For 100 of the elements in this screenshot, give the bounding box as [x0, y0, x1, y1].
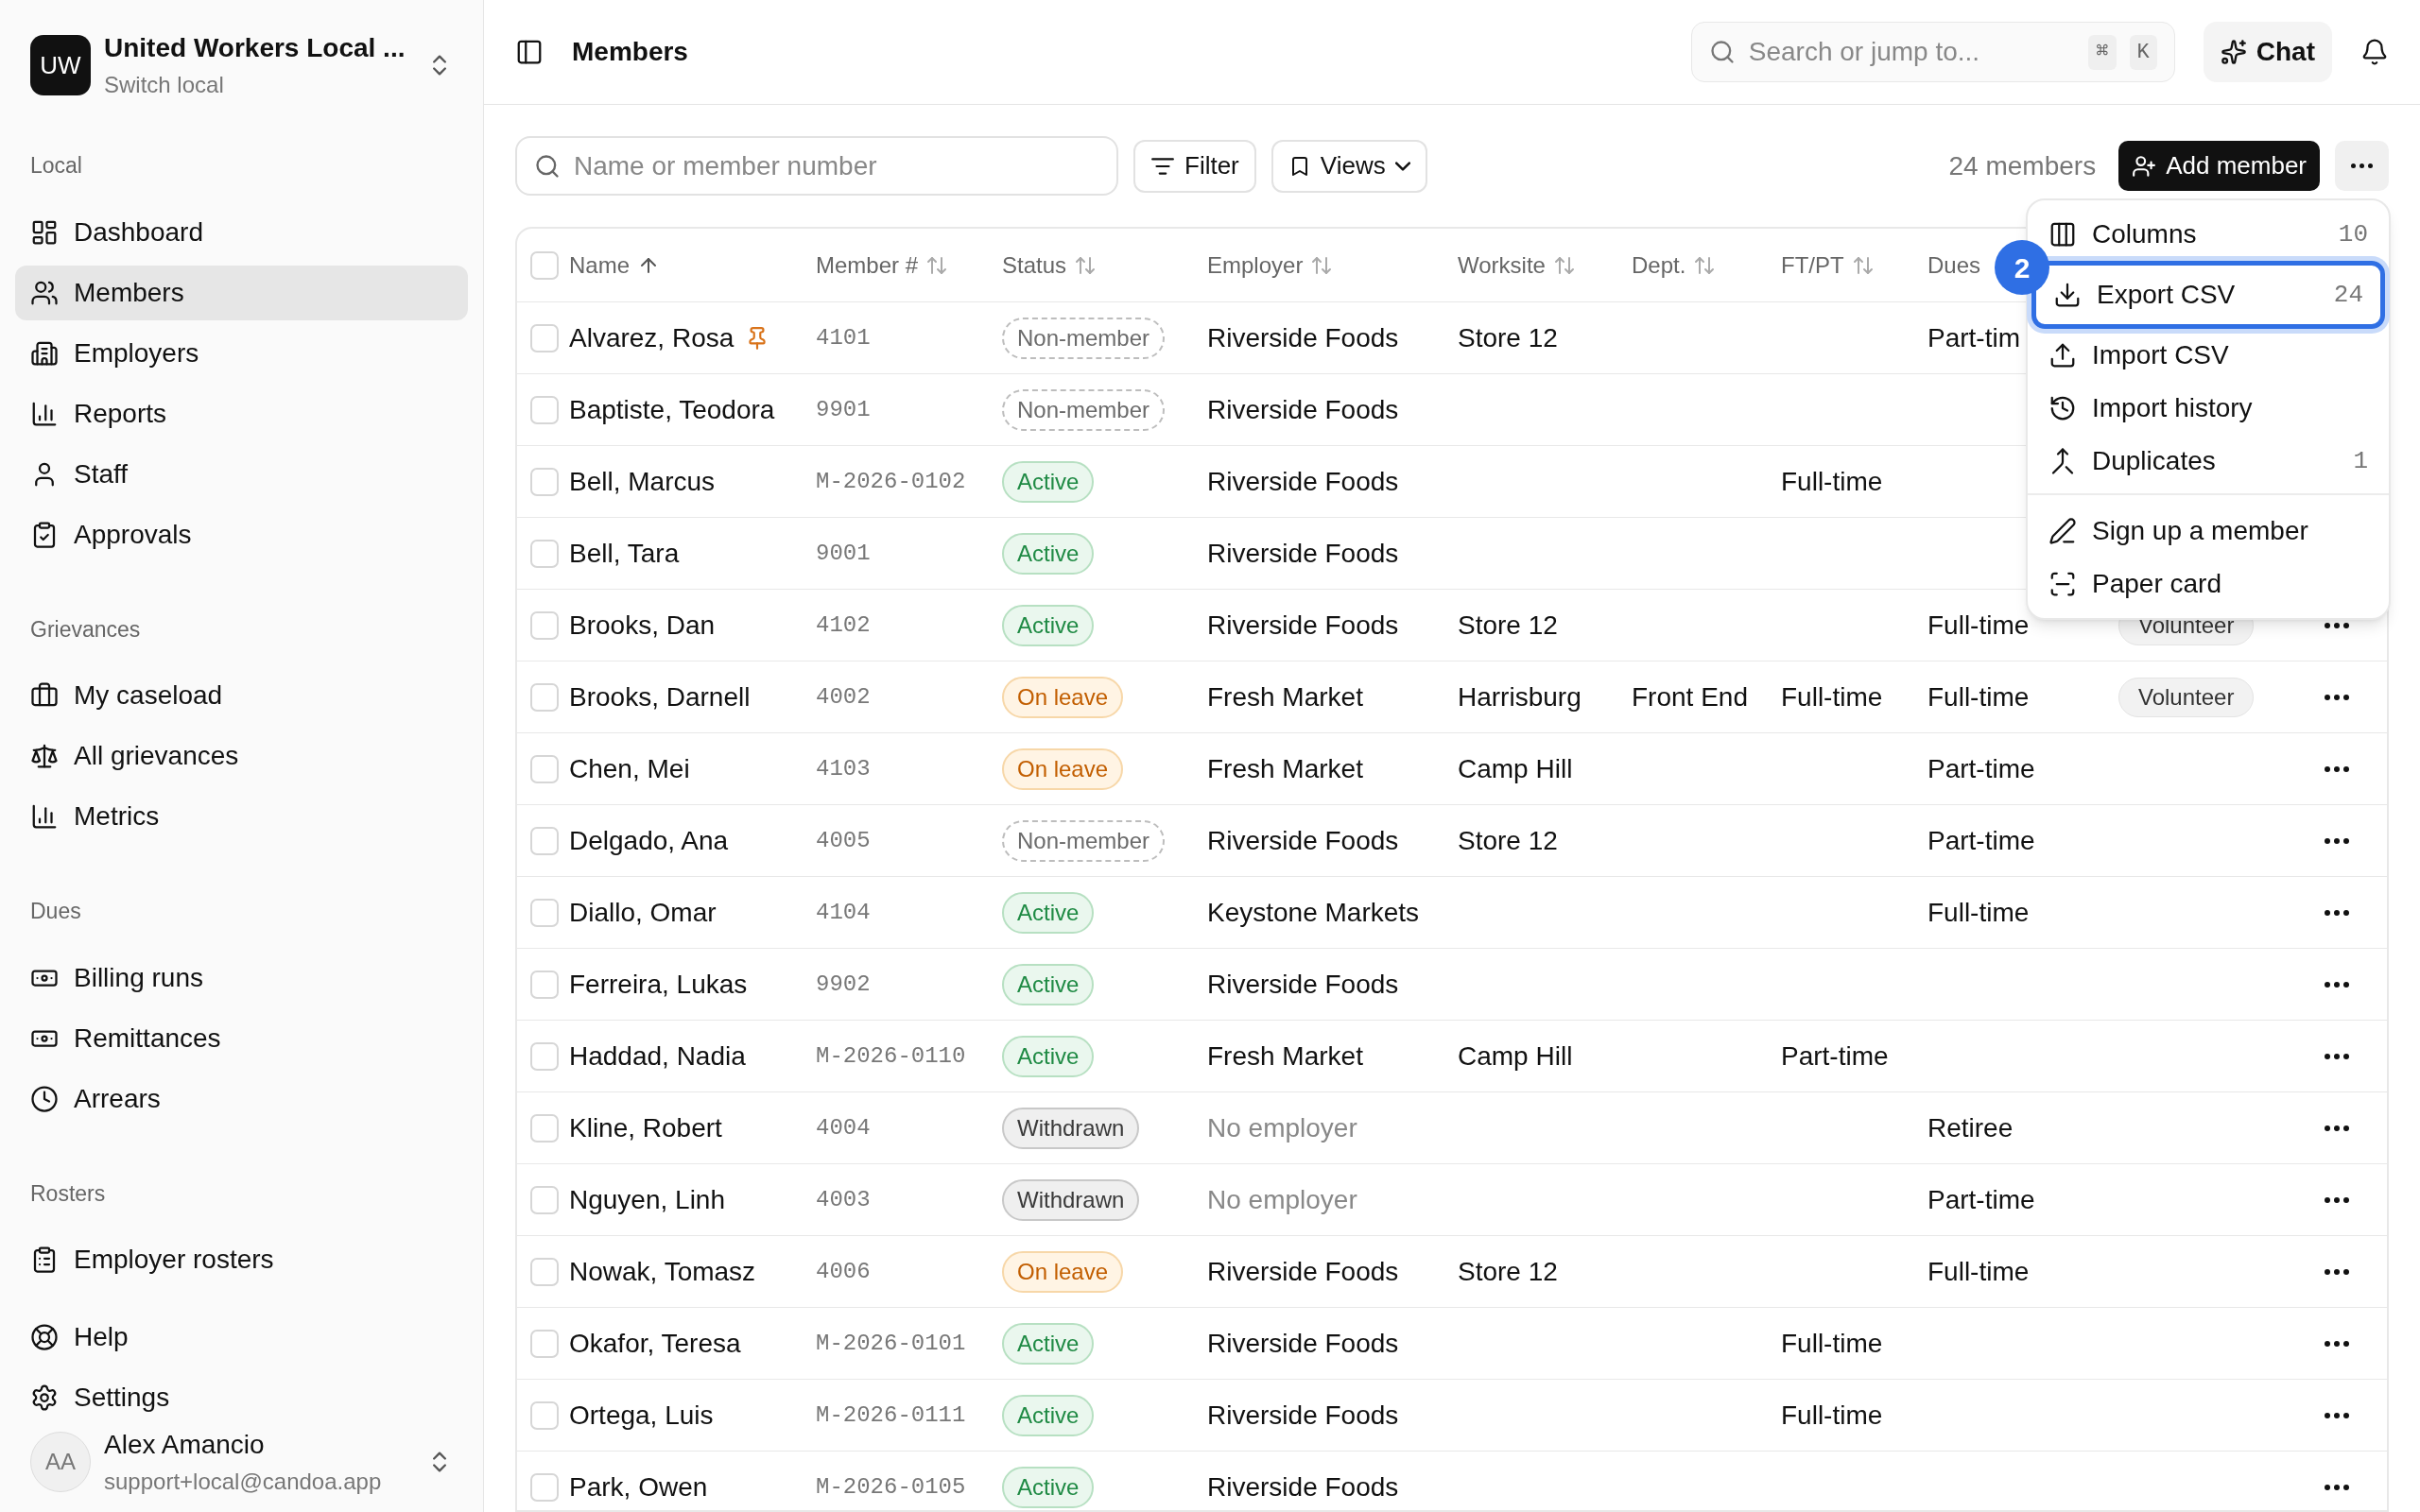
add-member-button[interactable]: Add member — [2118, 141, 2320, 191]
checkbox[interactable] — [530, 323, 559, 352]
row-actions-icon[interactable] — [2324, 694, 2349, 700]
sidebar-item[interactable]: All grievances — [15, 729, 468, 783]
pen-icon — [2048, 517, 2077, 545]
search-input[interactable]: Name or member number — [574, 146, 1099, 186]
member-name[interactable]: Delgado, Ana — [569, 820, 729, 861]
member-name[interactable]: Haddad, Nadia — [569, 1036, 746, 1076]
checkbox[interactable] — [530, 610, 559, 640]
checkbox[interactable] — [530, 1472, 559, 1502]
row-actions-icon[interactable] — [2324, 909, 2349, 916]
sidebar-item[interactable]: Staff — [15, 446, 468, 502]
row-actions-icon[interactable] — [2324, 1125, 2349, 1131]
checkbox[interactable] — [530, 250, 559, 280]
column-header[interactable]: Dept. — [1632, 248, 1686, 283]
member-name[interactable]: Brooks, Darnell — [569, 677, 751, 717]
row-actions-icon[interactable] — [2324, 1412, 2349, 1418]
sidebar-item[interactable]: Approvals — [15, 507, 468, 562]
table-row[interactable]: Delgado, Ana 4005 Non-member Riverside Foods Store 12 Part-time — [517, 805, 2387, 877]
column-header[interactable]: Worksite — [1458, 248, 1546, 283]
member-name[interactable]: Alvarez, Rosa — [569, 318, 735, 358]
search-icon — [534, 152, 561, 180]
row-actions-icon[interactable] — [2324, 837, 2349, 844]
sidebar-item[interactable]: Dashboard — [15, 204, 468, 260]
member-name[interactable]: Diallo, Omar — [569, 892, 717, 933]
row-actions-icon[interactable] — [2324, 765, 2349, 772]
sidebar-item[interactable]: Members — [15, 265, 468, 320]
checkbox[interactable] — [530, 826, 559, 855]
member-name[interactable]: Baptiste, Teodora — [569, 389, 775, 430]
row-actions-icon[interactable] — [2324, 1340, 2349, 1347]
member-name[interactable]: Brooks, Dan — [569, 605, 716, 645]
member-search-field[interactable]: Name or member number — [515, 136, 1118, 196]
checkbox[interactable] — [530, 1185, 559, 1214]
column-header[interactable]: Name — [569, 248, 631, 283]
status-badge: Active — [1002, 1035, 1095, 1077]
member-name[interactable]: Bell, Tara — [569, 533, 680, 574]
sidebar-toggle-icon[interactable] — [515, 38, 544, 66]
member-name[interactable]: Nowak, Tomasz — [569, 1251, 756, 1292]
checkbox[interactable] — [530, 467, 559, 496]
member-name[interactable]: Nguyen, Linh — [569, 1179, 725, 1220]
member-name[interactable]: Bell, Marcus — [569, 461, 716, 502]
row-actions-icon[interactable] — [2324, 1484, 2349, 1490]
switch-local-link[interactable]: Switch local — [104, 68, 413, 102]
row-actions-icon[interactable] — [2324, 622, 2349, 628]
column-header[interactable]: Status — [1002, 248, 1067, 283]
member-name[interactable]: Chen, Mei — [569, 748, 690, 789]
member-name[interactable]: Ortega, Luis — [569, 1395, 714, 1435]
sidebar-item[interactable]: Reports — [15, 386, 468, 441]
checkbox[interactable] — [530, 970, 559, 999]
checkbox[interactable] — [530, 1041, 559, 1071]
checkbox[interactable] — [530, 682, 559, 712]
checkbox[interactable] — [530, 898, 559, 927]
global-search-field[interactable]: Search or jump to... ⌘ K — [1690, 22, 2175, 82]
checkbox[interactable] — [530, 539, 559, 568]
column-header[interactable]: Employer — [1207, 248, 1304, 283]
column-header[interactable]: FT/PT — [1781, 248, 1844, 283]
table-row[interactable]: Ortega, Luis M-2026-0111 Active Riverside Foods Full-time — [517, 1380, 2387, 1452]
sidebar-item[interactable]: Remittances — [15, 1010, 468, 1066]
table-row[interactable]: Ferreira, Lukas 9902 Active Riverside Foods — [517, 949, 2387, 1021]
checkbox[interactable] — [530, 395, 559, 424]
chat-button[interactable]: Chat — [2203, 22, 2332, 82]
sidebar-item[interactable]: My caseload — [15, 668, 468, 723]
member-name[interactable]: Ferreira, Lukas — [569, 964, 748, 1005]
table-row[interactable]: Okafor, Teresa M-2026-0101 Active Riverside Foods Full-time — [517, 1308, 2387, 1380]
row-actions-icon[interactable] — [2324, 1053, 2349, 1059]
sidebar-item[interactable]: Arrears — [15, 1071, 468, 1126]
menu-item[interactable]: Import history — [2031, 382, 2385, 435]
employment-type-cell-text: Part-time — [1781, 1040, 1889, 1073]
checkbox[interactable] — [530, 1257, 559, 1286]
checkbox[interactable] — [530, 1113, 559, 1143]
table-row[interactable]: Kline, Robert 4004 Withdrawn No employer Retiree — [517, 1092, 2387, 1164]
more-button[interactable] — [2335, 141, 2389, 191]
checkbox[interactable] — [530, 754, 559, 783]
bell-icon[interactable] — [2360, 38, 2389, 66]
row-actions-icon[interactable] — [2324, 981, 2349, 988]
member-name[interactable]: Kline, Robert — [569, 1108, 722, 1148]
table-row[interactable]: Park, Owen M-2026-0105 Active Riverside Foods — [517, 1452, 2387, 1510]
table-row[interactable]: Haddad, Nadia M-2026-0110 Active Fresh Market Camp Hill Part-time — [517, 1021, 2387, 1092]
sidebar-item[interactable]: Help — [15, 1310, 468, 1365]
checkbox[interactable] — [530, 1329, 559, 1358]
filter-button[interactable]: Filter — [1133, 139, 1256, 193]
worksite-cell-text: Harrisburg — [1458, 680, 1582, 713]
table-row[interactable]: Nguyen, Linh 4003 Withdrawn No employer Part-time — [517, 1164, 2387, 1236]
table-row[interactable]: Diallo, Omar 4104 Active Keystone Markets Full-time — [517, 877, 2387, 949]
member-name[interactable]: Okafor, Teresa — [569, 1323, 741, 1364]
row-actions-icon[interactable] — [2324, 1196, 2349, 1203]
column-header[interactable]: Dues — [1927, 248, 1981, 283]
sidebar-item[interactable]: Employer rosters — [15, 1232, 468, 1287]
sidebar-item[interactable]: Billing runs — [15, 950, 468, 1005]
sidebar-item[interactable]: Settings — [15, 1370, 468, 1425]
table-row[interactable]: Brooks, Darnell 4002 On leave Fresh Market Harrisburg Front End Full-time Full-time Volunteer — [517, 662, 2387, 733]
row-actions-icon[interactable] — [2324, 1268, 2349, 1275]
table-row[interactable]: Chen, Mei 4103 On leave Fresh Market Camp Hill Part-time — [517, 733, 2387, 805]
column-header[interactable]: Member # — [816, 248, 919, 283]
member-name[interactable]: Park, Owen — [569, 1467, 708, 1507]
checkbox[interactable] — [530, 1400, 559, 1430]
table-row[interactable]: Nowak, Tomasz 4006 On leave Riverside Foods Store 12 Full-time — [517, 1236, 2387, 1308]
views-button[interactable]: Views — [1270, 139, 1427, 193]
sidebar-item[interactable]: Metrics — [15, 789, 468, 844]
sidebar-item[interactable]: Employers — [15, 325, 468, 381]
